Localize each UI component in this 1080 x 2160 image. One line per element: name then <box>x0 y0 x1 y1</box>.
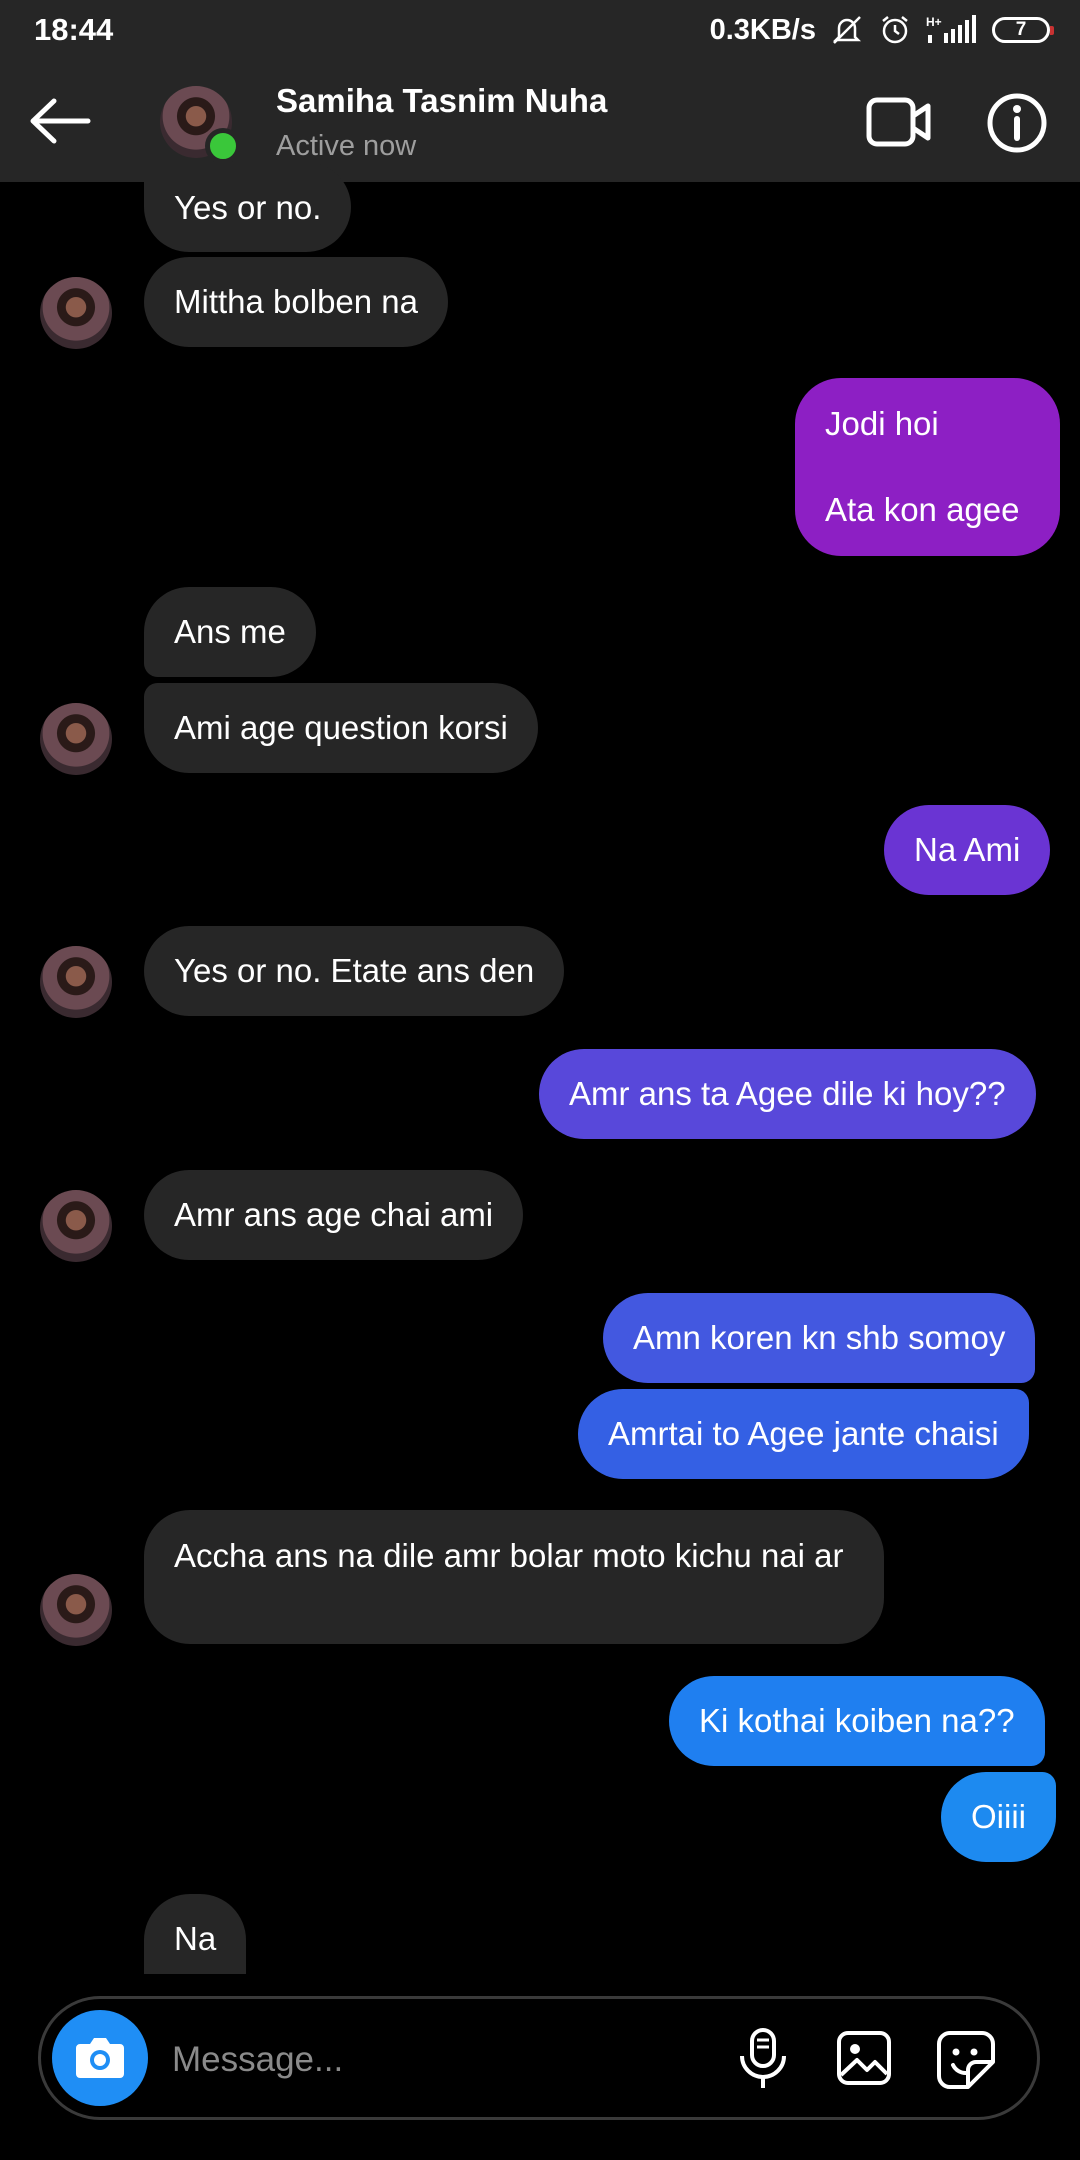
mute-icon <box>832 16 862 44</box>
message-input[interactable] <box>170 2030 694 2090</box>
sender-avatar[interactable] <box>40 703 112 775</box>
sender-avatar[interactable] <box>40 1190 112 1262</box>
signal-icon: H+ <box>926 15 976 43</box>
message-bubble-incoming[interactable]: Ans me <box>144 587 316 677</box>
video-call-icon[interactable] <box>866 94 932 150</box>
online-indicator <box>205 128 241 164</box>
alarm-icon <box>882 16 908 44</box>
contact-name[interactable]: Samiha Tasnim Nuha <box>276 82 607 120</box>
message-bubble-outgoing[interactable]: Amn koren kn shb somoy <box>603 1293 1036 1383</box>
status-icons: 0.3KB/s H+ 7 <box>709 10 1054 50</box>
back-arrow-icon[interactable] <box>26 96 96 146</box>
network-speed: 0.3KB/s <box>709 13 816 46</box>
svg-text:H+: H+ <box>926 15 942 29</box>
message-bubble-incoming[interactable]: Accha ans na dile amr bolar moto kichu n… <box>144 1510 884 1644</box>
info-icon[interactable] <box>986 92 1048 154</box>
message-bubble-incoming[interactable]: Yes or no. <box>144 162 352 252</box>
message-bubble-outgoing[interactable]: Na Ami <box>884 805 1051 895</box>
message-bubble-incoming[interactable]: Amr ans age chai ami <box>144 1170 524 1260</box>
message-bubble-outgoing[interactable]: Amr ans ta Agee dile ki hoy?? <box>539 1049 1036 1139</box>
sender-avatar[interactable] <box>40 946 112 1018</box>
message-bubble-outgoing[interactable]: Jodi hoi Ata kon agee <box>795 378 1060 556</box>
message-bubble-incoming[interactable]: Ami age question korsi <box>144 683 538 773</box>
message-bubble-outgoing[interactable]: Ki kothai koiben na?? <box>669 1676 1045 1766</box>
status-bar: 18:44 0.3KB/s H+ 7 <box>0 0 1080 60</box>
camera-button[interactable] <box>52 2010 148 2106</box>
message-bubble-incoming[interactable]: Mittha bolben na <box>144 257 449 347</box>
microphone-icon[interactable] <box>736 2026 790 2092</box>
message-bubble-outgoing[interactable]: Oiiii <box>941 1772 1056 1862</box>
message-bubble-outgoing[interactable]: Amrtai to Agee jante chaisi <box>578 1389 1029 1479</box>
status-time: 18:44 <box>34 12 114 47</box>
sender-avatar[interactable] <box>40 1574 112 1646</box>
battery-icon: 7 <box>992 17 1054 43</box>
sender-avatar[interactable] <box>40 277 112 349</box>
sticker-icon[interactable] <box>936 2030 996 2090</box>
gallery-icon[interactable] <box>836 2030 892 2086</box>
camera-icon <box>76 2038 124 2078</box>
contact-status: Active now <box>276 130 417 162</box>
message-bubble-incoming[interactable]: Yes or no. Etate ans den <box>144 926 565 1016</box>
message-bubble-incoming[interactable]: Na <box>144 1894 247 1974</box>
